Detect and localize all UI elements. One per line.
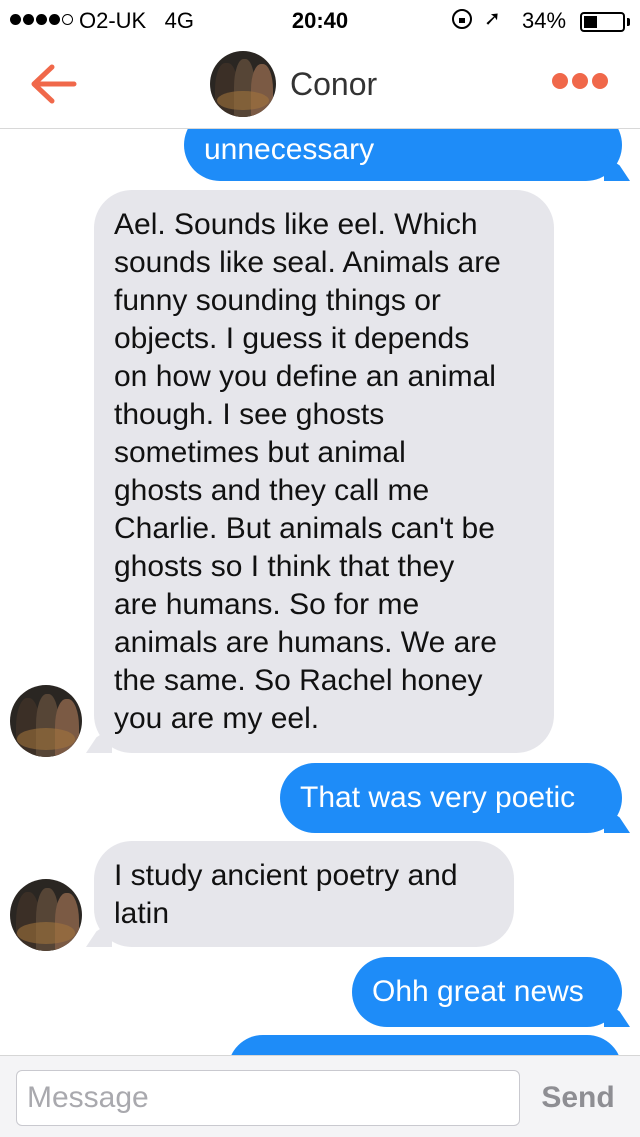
back-arrow-icon (31, 64, 77, 104)
incoming-message[interactable]: Ael. Sounds like eel. Which sounds like … (94, 190, 554, 753)
message-line: you are my eel. (114, 702, 320, 735)
message-line: on how you define an animal (114, 360, 496, 393)
more-dot (592, 73, 608, 89)
message-text: Ohh great news (372, 975, 584, 1008)
more-options-button[interactable] (552, 73, 608, 89)
message-line: Charlie. But animals can't be (114, 512, 495, 545)
outgoing-message[interactable]: unnecessary (184, 129, 622, 181)
location-arrow-icon: ➚ (484, 8, 501, 30)
incoming-message[interactable]: I study ancient poetry and latin (94, 841, 514, 947)
message-line: ghosts and they call me (114, 474, 430, 507)
message-line: animals are humans. We are (114, 626, 497, 659)
battery-nub (627, 18, 630, 26)
orientation-lock-icon (452, 9, 472, 29)
conversation-header: Conor (0, 40, 640, 129)
message-input[interactable] (16, 1070, 520, 1126)
message-text: That was very poetic (300, 781, 576, 814)
message-list[interactable]: unnecessary Ael. Sounds like eel. Which … (0, 129, 640, 1055)
outgoing-message[interactable]: That was very poetic (280, 763, 622, 833)
message-line: Ael. Sounds like eel. Which (114, 208, 478, 241)
send-button[interactable]: Send (530, 1070, 626, 1126)
outgoing-message-partial[interactable] (228, 1035, 622, 1055)
message-line: sounds like seal. Animals are (114, 246, 501, 279)
message-line: I study ancient poetry and (114, 859, 458, 892)
back-button[interactable] (28, 62, 78, 106)
contact-avatar[interactable] (210, 51, 276, 117)
message-line: are humans. So for me (114, 588, 420, 621)
message-line: objects. I guess it depends (114, 322, 470, 355)
message-line: though. I see ghosts (114, 398, 385, 431)
battery-percentage: 34% (522, 8, 567, 33)
message-line: latin (114, 897, 170, 930)
message-line: sometimes but animal (114, 436, 406, 469)
message-line: the same. So Rachel honey (114, 664, 483, 697)
sender-avatar[interactable] (10, 685, 82, 757)
compose-bar: Send (0, 1055, 640, 1137)
message-line: ghosts so I think that they (114, 550, 455, 583)
sender-avatar[interactable] (10, 879, 82, 951)
status-bar: O2-UK 4G 20:40 ➚ 34% (0, 0, 640, 40)
more-dots-icon (552, 73, 568, 89)
outgoing-message[interactable]: Ohh great news (352, 957, 622, 1027)
contact-name[interactable]: Conor (290, 66, 377, 103)
message-text: unnecessary (204, 133, 375, 166)
message-line: funny sounding things or (114, 284, 441, 317)
battery-icon (580, 12, 625, 32)
more-dot (572, 73, 588, 89)
